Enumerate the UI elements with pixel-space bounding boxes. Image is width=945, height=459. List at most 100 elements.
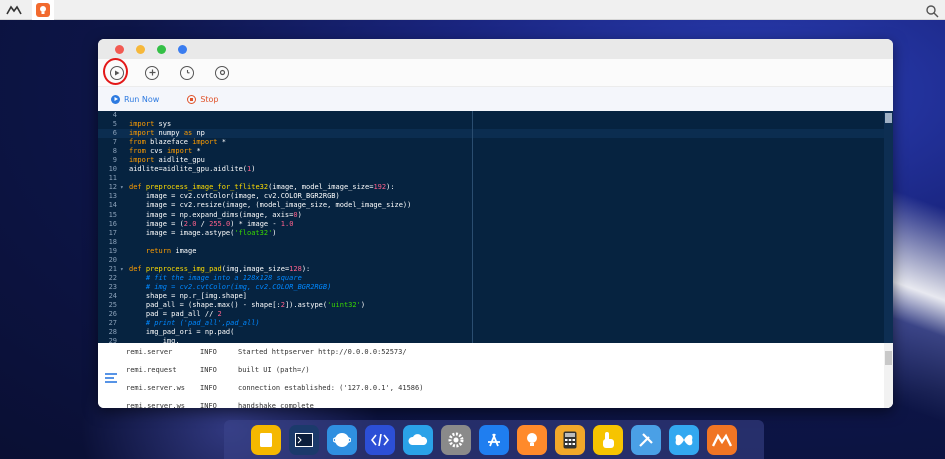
code-line[interactable]: 15 image = np.expand_dims(image, axis=0) [98,211,884,220]
code-line[interactable]: 10 aidlite=aidlite_gpu.aidlite(1) [98,165,884,174]
code-line[interactable]: 23 # img = cv2.cvtColor(img, cv2.COLOR_B… [98,283,884,292]
browser-app-icon[interactable] [327,424,357,455]
maximize-window-button[interactable] [157,44,166,54]
code-token: / [196,219,210,228]
fold-gutter [120,201,127,210]
stop-label: Stop [200,94,219,104]
editor-scrollbar-thumb[interactable] [885,113,892,123]
add-icon[interactable] [145,65,159,80]
cloud-app-icon[interactable] [403,424,433,455]
code-token: import [129,120,155,129]
menu-icon[interactable] [104,369,118,383]
code-text: # print ('pad_all',pad_all) [127,319,260,328]
stop-button[interactable]: Stop [187,94,219,104]
line-number: 8 [112,147,117,156]
active-app-tab[interactable] [32,0,54,20]
code-token: return [145,246,172,255]
code-token: image = image.astype( [129,228,235,237]
code-line[interactable]: 26 pad = pad_all // 2 [98,310,884,319]
code-token: image = ( [129,219,184,228]
calculator-app-icon[interactable] [555,424,585,455]
code-token: aidlite=aidlite_gpu.aidlite( [129,165,248,174]
clock-icon[interactable] [180,65,194,80]
code-token: ) [297,210,302,219]
minimize-window-button[interactable] [136,44,145,54]
code-line[interactable]: 11 [98,174,884,183]
code-token: numpy [154,129,184,138]
app-dock [224,420,764,459]
code-line[interactable]: 25 pad_all = (shape.max() - shape[:2]).a… [98,301,884,310]
settings-app-icon[interactable] [441,424,471,455]
code-line[interactable]: 5 import sys [98,120,884,129]
butterfly-app-icon[interactable] [669,424,699,455]
line-number: 16 [108,219,117,228]
fold-gutter [120,247,127,256]
app-store-icon[interactable] [479,424,509,455]
code-line[interactable]: 13 image = cv2.cvtColor(image, cv2.COLOR… [98,192,884,201]
fold-arrow-icon[interactable]: ▾ [120,183,127,192]
code-line[interactable]: 24 shape = np.r_[img.shape] [98,292,884,301]
code-line[interactable]: 18 [98,238,884,247]
code-line[interactable]: 21 ▾ def preprocess_img_pad(img,image_size… [98,265,884,274]
lightbulb-app-icon[interactable] [517,424,547,455]
touch-app-icon[interactable] [593,424,623,455]
code-token: pad = pad_all // [129,310,218,319]
code-line[interactable]: 19 return image [98,247,884,256]
code-token: # print ('pad_all',pad_all) [145,319,260,328]
settings-icon[interactable] [215,65,229,80]
code-line[interactable]: 28 img_pad_ori = np.pad( [98,328,884,337]
window-titlebar [98,39,893,59]
code-text: from blazeface import * [127,138,226,147]
editor-scrollbar[interactable] [884,111,893,343]
log-level: INFO [200,348,217,356]
code-line[interactable]: 8 from cvs import * [98,147,884,156]
code-token: np [192,129,205,138]
code-editor[interactable]: 4 5 import sys 6 import numpy as np 7 from bla… [98,111,893,343]
code-editor-app-icon[interactable] [365,424,395,455]
code-text: image = (2.0 / 255.0) * image - 1.0 [127,219,294,229]
code-runner-window: Run Now Stop 4 5 import sys 6 import numpy a… [98,39,893,408]
code-token: from [129,138,146,147]
code-token: 'uint32' [327,300,361,309]
code-text: pad_all = (shape.max() - shape[:2]).asty… [127,301,365,310]
files-app-icon[interactable] [251,424,281,455]
code-line[interactable]: 14 image = cv2.resize(image, (model_imag… [98,201,884,210]
line-number: 24 [108,291,117,300]
line-number: 4 [112,111,117,119]
code-token: * [192,147,201,156]
log-scrollbar[interactable] [884,343,893,408]
line-number: 23 [108,282,117,291]
code-line[interactable]: 4 [98,111,884,120]
close-window-button[interactable] [115,44,124,54]
highlight-annotation-circle [103,58,128,85]
fold-arrow-icon[interactable]: ▾ [120,265,127,274]
system-top-bar [0,0,945,20]
code-line[interactable]: 20 [98,256,884,265]
tools-app-icon[interactable] [631,424,661,455]
aidlux-app-icon[interactable] [707,424,737,455]
search-icon[interactable] [925,3,939,18]
run-now-button[interactable]: Run Now [111,94,159,104]
code-line[interactable]: 9 import aidlite_gpu [98,156,884,165]
aidlux-logo-icon[interactable] [6,4,22,16]
code-text: # fit the image into a 128x128 square [127,274,302,283]
log-level: INFO [200,366,217,374]
code-line[interactable]: 27 # print ('pad_all',pad_all) [98,319,884,328]
app-tab-icon [36,2,50,17]
code-token: 'float32' [234,228,273,237]
code-token: ) [272,228,277,237]
log-scrollbar-thumb[interactable] [885,351,892,365]
code-token: ): [386,183,395,192]
code-token: ) * image - [230,219,281,228]
line-number: 22 [108,273,117,282]
code-line[interactable]: 16 image = (2.0 / 255.0) * image - 1.0 [98,220,884,229]
code-line[interactable]: 22 # fit the image into a 128x128 square [98,274,884,283]
code-line[interactable]: 7 from blazeface import * [98,138,884,147]
terminal-app-icon[interactable] [289,424,319,455]
main-toolbar [98,59,893,87]
code-line[interactable]: 17 image = image.astype('float32') [98,229,884,238]
code-line[interactable]: 6 import numpy as np [98,129,884,139]
code-line[interactable]: 12 ▾ def preprocess_image_for_tflite32(ima… [98,183,884,192]
extra-window-button[interactable] [178,44,187,54]
